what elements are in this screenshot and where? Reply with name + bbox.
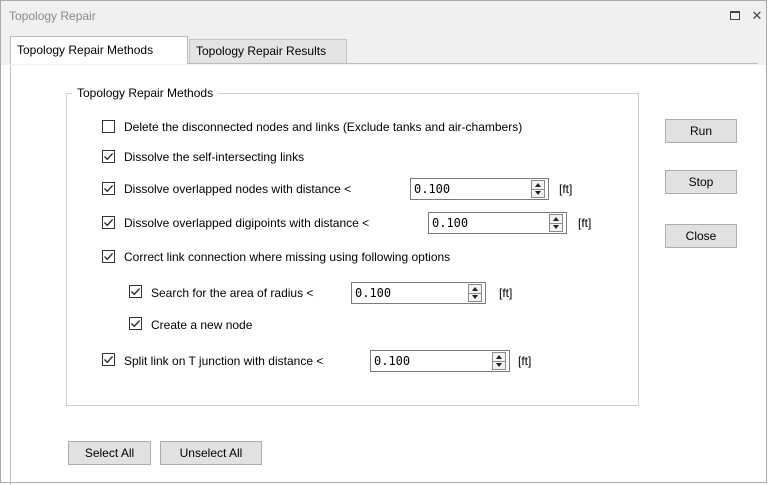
- overlapped-digipoints-distance-input[interactable]: [429, 213, 547, 233]
- select-all-button[interactable]: Select All: [68, 441, 151, 465]
- spinner-buttons: [468, 284, 482, 302]
- dissolve-overlapped-digipoints-label: Dissolve overlapped digipoints with dist…: [124, 216, 370, 230]
- correct-link-connection-label: Correct link connection where missing us…: [124, 250, 451, 264]
- overlapped-digipoints-distance-spinner: [428, 212, 567, 234]
- spin-down-button[interactable]: [469, 293, 481, 301]
- topology-repair-window: Topology Repair ✕ Topology Repair Method…: [0, 0, 767, 485]
- search-radius-spinner: [351, 282, 486, 304]
- overlapped-digipoints-unit: [ft]: [578, 216, 592, 230]
- check-icon: [104, 252, 114, 261]
- delete-disconnected-checkbox[interactable]: [102, 120, 115, 133]
- check-icon: [131, 287, 141, 296]
- overlapped-nodes-distance-input[interactable]: [411, 179, 529, 199]
- spinner-buttons: [531, 180, 545, 198]
- tab-topology-repair-methods[interactable]: Topology Repair Methods: [10, 36, 188, 64]
- create-new-node-checkbox[interactable]: [129, 317, 142, 330]
- split-link-distance-input[interactable]: [371, 351, 490, 371]
- search-radius-label: Search for the area of radius <: [151, 286, 314, 300]
- dissolve-self-intersecting-checkbox[interactable]: [102, 150, 115, 163]
- spin-down-button[interactable]: [493, 361, 505, 369]
- spin-down-button[interactable]: [550, 223, 562, 231]
- arrow-down-icon: [472, 295, 478, 299]
- close-button[interactable]: Close: [665, 224, 737, 248]
- arrow-down-icon: [535, 191, 541, 195]
- arrow-down-icon: [496, 363, 502, 367]
- dissolve-overlapped-nodes-label: Dissolve overlapped nodes with distance …: [124, 182, 352, 196]
- split-link-unit: [ft]: [518, 354, 532, 368]
- check-icon: [104, 218, 114, 227]
- title-bar: Topology Repair ✕: [1, 1, 766, 31]
- check-icon: [131, 319, 141, 328]
- restore-button[interactable]: [725, 5, 745, 25]
- spinner-buttons: [492, 352, 506, 370]
- check-icon: [104, 355, 114, 364]
- dissolve-overlapped-digipoints-checkbox[interactable]: [102, 216, 115, 229]
- run-button[interactable]: Run: [665, 119, 737, 143]
- split-link-checkbox[interactable]: [102, 353, 115, 366]
- tab-strip: Topology Repair Methods Topology Repair …: [1, 31, 766, 65]
- search-radius-checkbox[interactable]: [129, 285, 142, 298]
- groupbox-title: Topology Repair Methods: [72, 86, 219, 100]
- correct-link-connection-checkbox[interactable]: [102, 250, 115, 263]
- check-icon: [104, 152, 114, 161]
- arrow-up-icon: [472, 287, 478, 291]
- search-radius-unit: [ft]: [499, 286, 513, 300]
- arrow-up-icon: [496, 355, 502, 359]
- restore-icon: [730, 10, 740, 20]
- tab-page-border: [10, 65, 11, 485]
- create-new-node-label: Create a new node: [151, 318, 253, 332]
- dissolve-overlapped-nodes-checkbox[interactable]: [102, 182, 115, 195]
- search-radius-input[interactable]: [352, 283, 466, 303]
- check-icon: [104, 184, 114, 193]
- spinner-buttons: [549, 214, 563, 232]
- close-icon: ✕: [751, 9, 763, 24]
- arrow-up-icon: [535, 183, 541, 187]
- close-window-button[interactable]: ✕: [747, 5, 767, 25]
- delete-disconnected-label: Delete the disconnected nodes and links …: [124, 120, 523, 134]
- window-title: Topology Repair: [9, 9, 96, 23]
- unselect-all-button[interactable]: Unselect All: [160, 441, 262, 465]
- arrow-up-icon: [553, 217, 559, 221]
- arrow-down-icon: [553, 225, 559, 229]
- overlapped-nodes-unit: [ft]: [559, 182, 573, 196]
- spin-down-button[interactable]: [532, 189, 544, 197]
- overlapped-nodes-distance-spinner: [410, 178, 549, 200]
- split-link-distance-spinner: [370, 350, 510, 372]
- tab-topology-repair-results[interactable]: Topology Repair Results: [189, 39, 347, 63]
- split-link-label: Split link on T junction with distance <: [124, 354, 324, 368]
- stop-button[interactable]: Stop: [665, 170, 737, 194]
- dissolve-self-intersecting-label: Dissolve the self-intersecting links: [124, 150, 305, 164]
